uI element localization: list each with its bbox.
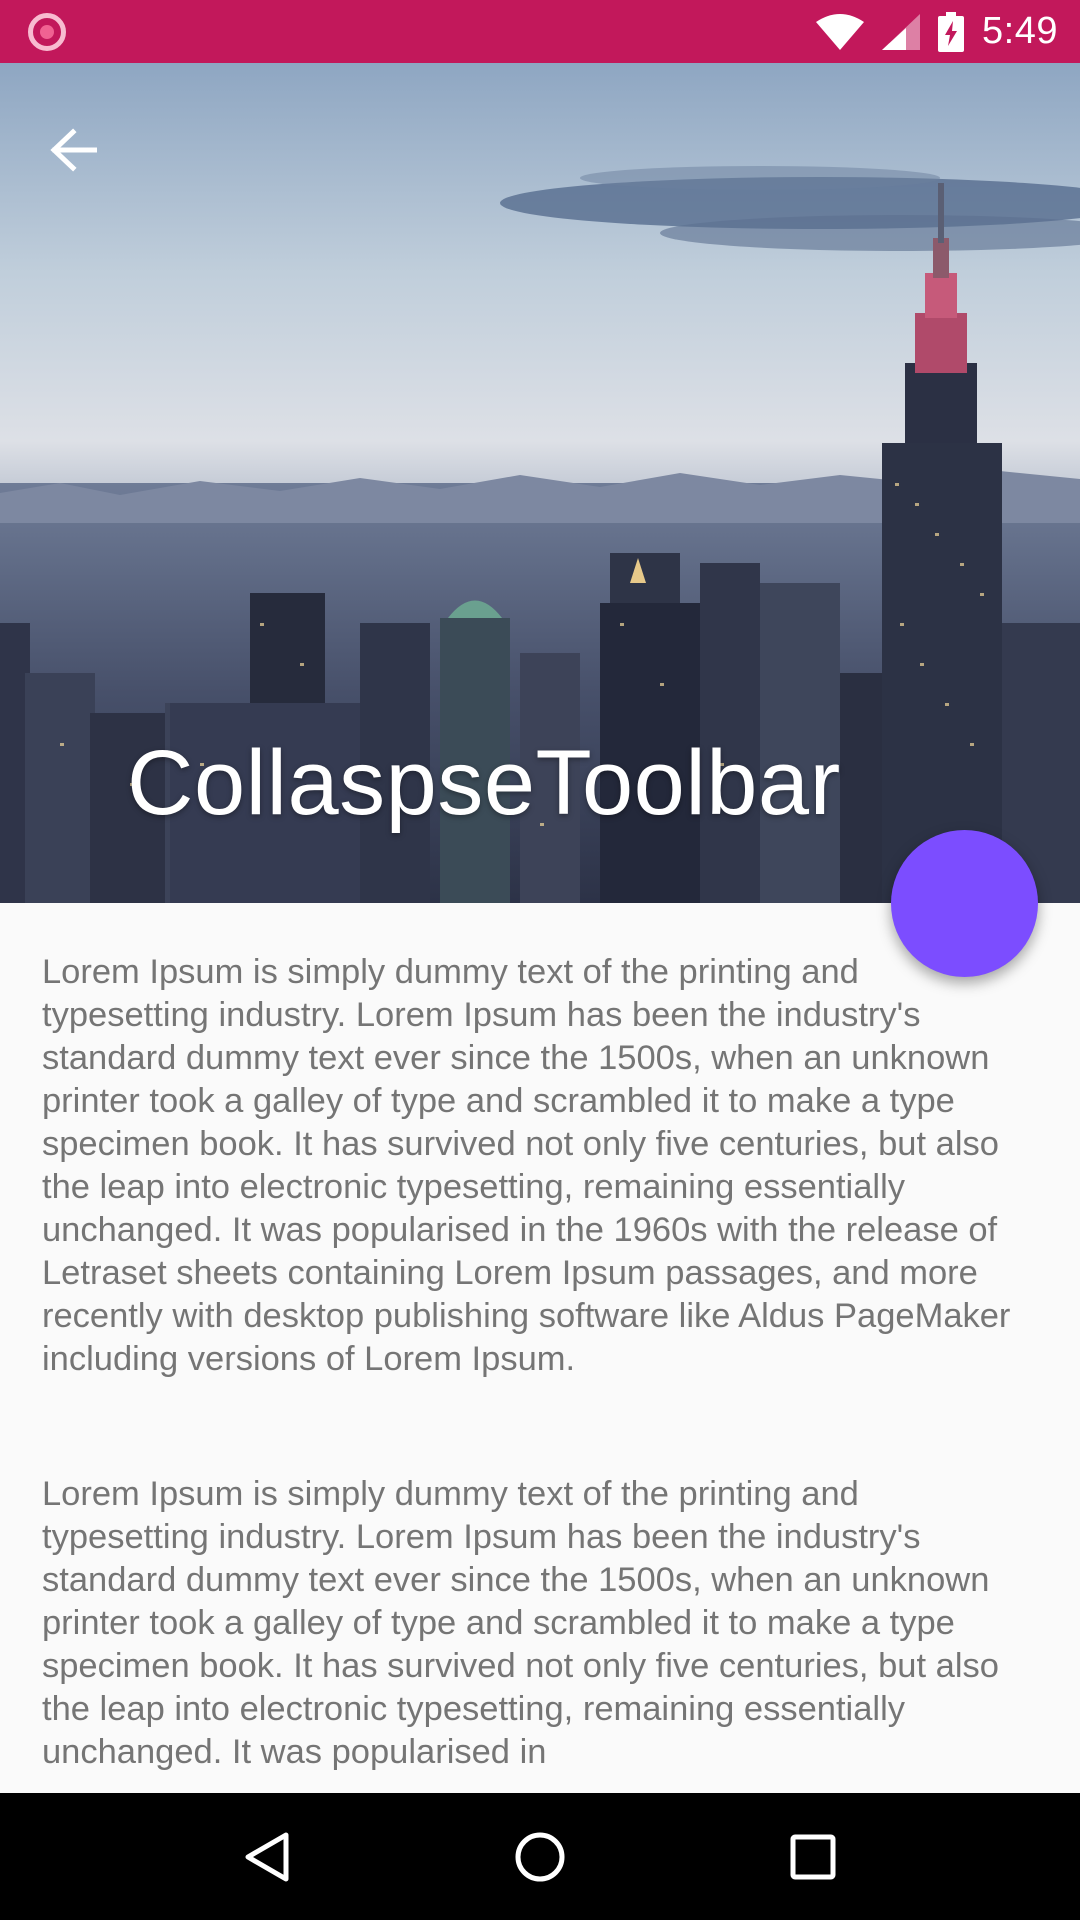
back-button[interactable] xyxy=(28,105,118,195)
battery-charging-icon xyxy=(938,11,965,52)
signal-icon xyxy=(882,13,921,50)
floating-action-button[interactable] xyxy=(891,830,1038,977)
status-right: 5:49 xyxy=(816,10,1058,53)
home-circle-icon xyxy=(515,1832,565,1881)
navigation-bar xyxy=(0,1793,1080,1920)
back-triangle-icon xyxy=(245,1832,289,1881)
lorem-paragraph-1: Lorem Ipsum is simply dummy text of the … xyxy=(42,953,1011,1378)
recents-square-icon xyxy=(790,1834,836,1879)
lorem-paragraph-2: Lorem Ipsum is simply dummy text of the … xyxy=(42,1475,999,1771)
status-time: 5:49 xyxy=(982,10,1058,52)
collapsing-header: CollaspseToolbar xyxy=(0,63,1080,903)
nav-home-button[interactable] xyxy=(485,1802,595,1912)
toolbar-title: CollaspseToolbar xyxy=(127,732,841,834)
arrow-back-icon xyxy=(50,128,97,172)
status-left xyxy=(28,12,66,51)
nav-back-button[interactable] xyxy=(212,1802,322,1912)
wifi-icon xyxy=(816,13,865,50)
recording-icon xyxy=(28,12,66,51)
status-bar: 5:49 xyxy=(0,0,1080,63)
scroll-content[interactable]: Lorem Ipsum is simply dummy text of the … xyxy=(0,903,1080,1793)
nav-recents-button[interactable] xyxy=(758,1802,868,1912)
